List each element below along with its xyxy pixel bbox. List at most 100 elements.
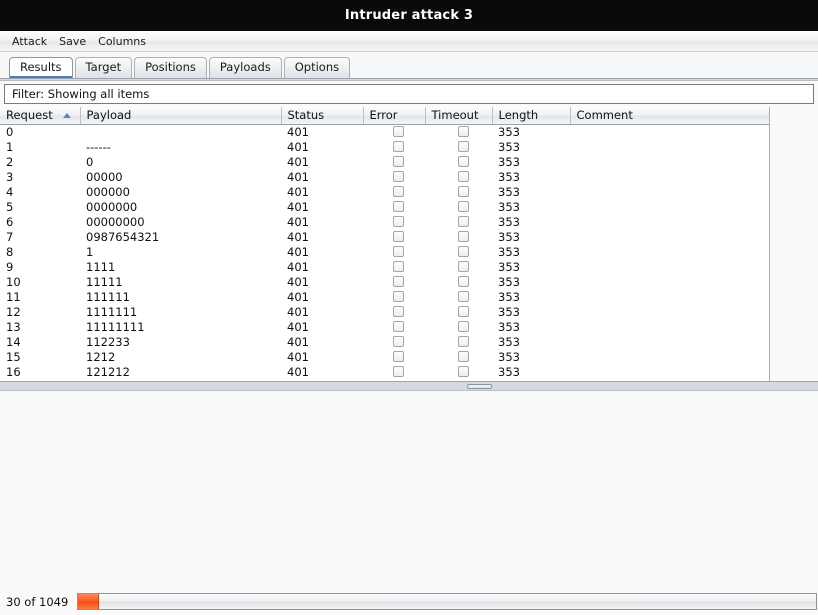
error-checkbox[interactable]	[393, 291, 404, 302]
cell-length: 353	[492, 320, 570, 335]
menu-columns[interactable]: Columns	[92, 33, 152, 50]
window-title: Intruder attack 3	[345, 8, 473, 23]
cell-comment	[570, 245, 770, 260]
table-row[interactable]: 81401353	[0, 245, 770, 260]
column-header-error[interactable]: Error	[363, 107, 425, 124]
cell-comment	[570, 290, 770, 305]
results-table: Request Payload Status Error Timeout Len…	[0, 107, 770, 380]
column-header-status[interactable]: Status	[281, 107, 363, 124]
error-checkbox[interactable]	[393, 141, 404, 152]
timeout-checkbox[interactable]	[458, 336, 469, 347]
table-row[interactable]: 4000000401353	[0, 185, 770, 200]
timeout-checkbox[interactable]	[458, 126, 469, 137]
error-checkbox[interactable]	[393, 306, 404, 317]
timeout-checkbox[interactable]	[458, 216, 469, 227]
cell-payload: 000000	[80, 185, 281, 200]
cell-request: 13	[0, 320, 80, 335]
table-row[interactable]: 121111111401353	[0, 305, 770, 320]
cell-request: 14	[0, 335, 80, 350]
table-row[interactable]: 91111401353	[0, 260, 770, 275]
cell-length: 353	[492, 200, 570, 215]
error-checkbox[interactable]	[393, 201, 404, 212]
cell-status: 401	[281, 140, 363, 155]
table-row[interactable]: 50000000401353	[0, 200, 770, 215]
timeout-checkbox[interactable]	[458, 141, 469, 152]
table-row[interactable]: 70987654321401353	[0, 230, 770, 245]
cell-status: 401	[281, 350, 363, 365]
cell-status: 401	[281, 124, 363, 140]
cell-timeout	[425, 155, 492, 170]
cell-payload: ------	[80, 140, 281, 155]
error-checkbox[interactable]	[393, 231, 404, 242]
error-checkbox[interactable]	[393, 276, 404, 287]
cell-payload: 1	[80, 245, 281, 260]
cell-payload: 1212	[80, 350, 281, 365]
timeout-checkbox[interactable]	[458, 366, 469, 377]
timeout-checkbox[interactable]	[458, 156, 469, 167]
error-checkbox[interactable]	[393, 261, 404, 272]
timeout-checkbox[interactable]	[458, 171, 469, 182]
menubar: Attack Save Columns	[0, 31, 818, 52]
filter-bar[interactable]: Filter: Showing all items	[4, 84, 814, 104]
column-header-length[interactable]: Length	[492, 107, 570, 124]
error-checkbox[interactable]	[393, 186, 404, 197]
error-checkbox[interactable]	[393, 366, 404, 377]
error-checkbox[interactable]	[393, 336, 404, 347]
splitter-handle[interactable]	[467, 384, 492, 389]
error-checkbox[interactable]	[393, 216, 404, 227]
cell-timeout	[425, 305, 492, 320]
timeout-checkbox[interactable]	[458, 261, 469, 272]
table-row[interactable]: 16121212401353	[0, 365, 770, 380]
tab-positions[interactable]: Positions	[134, 57, 207, 78]
table-row[interactable]: 1011111401353	[0, 275, 770, 290]
table-row[interactable]: 1311111111401353	[0, 320, 770, 335]
menu-save[interactable]: Save	[53, 33, 92, 50]
error-checkbox[interactable]	[393, 246, 404, 257]
cell-status: 401	[281, 305, 363, 320]
cell-timeout	[425, 335, 492, 350]
table-row[interactable]: 20401353	[0, 155, 770, 170]
cell-request: 6	[0, 215, 80, 230]
table-row[interactable]: 1------401353	[0, 140, 770, 155]
timeout-checkbox[interactable]	[458, 246, 469, 257]
timeout-checkbox[interactable]	[458, 351, 469, 362]
table-row[interactable]: 11111111401353	[0, 290, 770, 305]
error-checkbox[interactable]	[393, 171, 404, 182]
error-checkbox[interactable]	[393, 156, 404, 167]
tab-target[interactable]: Target	[75, 57, 133, 78]
cell-payload: 11111	[80, 275, 281, 290]
timeout-checkbox[interactable]	[458, 291, 469, 302]
timeout-checkbox[interactable]	[458, 186, 469, 197]
panel-splitter[interactable]	[0, 381, 818, 391]
timeout-checkbox[interactable]	[458, 201, 469, 212]
table-row[interactable]: 14112233401353	[0, 335, 770, 350]
cell-length: 353	[492, 350, 570, 365]
error-checkbox[interactable]	[393, 126, 404, 137]
table-row[interactable]: 600000000401353	[0, 215, 770, 230]
column-header-timeout[interactable]: Timeout	[425, 107, 492, 124]
cell-length: 353	[492, 305, 570, 320]
timeout-checkbox[interactable]	[458, 276, 469, 287]
column-header-comment[interactable]: Comment	[570, 107, 770, 124]
request-response-detail-panel	[0, 391, 818, 588]
tab-options[interactable]: Options	[284, 57, 350, 78]
table-row[interactable]: 151212401353	[0, 350, 770, 365]
timeout-checkbox[interactable]	[458, 306, 469, 317]
table-row[interactable]: 300000401353	[0, 170, 770, 185]
results-table-header: Request Payload Status Error Timeout Len…	[0, 107, 770, 124]
timeout-checkbox[interactable]	[458, 231, 469, 242]
error-checkbox[interactable]	[393, 321, 404, 332]
cell-error	[363, 230, 425, 245]
cell-status: 401	[281, 170, 363, 185]
menu-attack[interactable]: Attack	[6, 33, 53, 50]
header-row: Request Payload Status Error Timeout Len…	[0, 107, 770, 124]
cell-payload: 1111111	[80, 305, 281, 320]
column-header-payload[interactable]: Payload	[80, 107, 281, 124]
table-row[interactable]: 0401353	[0, 124, 770, 140]
tab-payloads[interactable]: Payloads	[209, 57, 282, 78]
cell-length: 353	[492, 215, 570, 230]
error-checkbox[interactable]	[393, 351, 404, 362]
column-header-request[interactable]: Request	[0, 107, 80, 124]
tab-results[interactable]: Results	[9, 57, 73, 78]
timeout-checkbox[interactable]	[458, 321, 469, 332]
